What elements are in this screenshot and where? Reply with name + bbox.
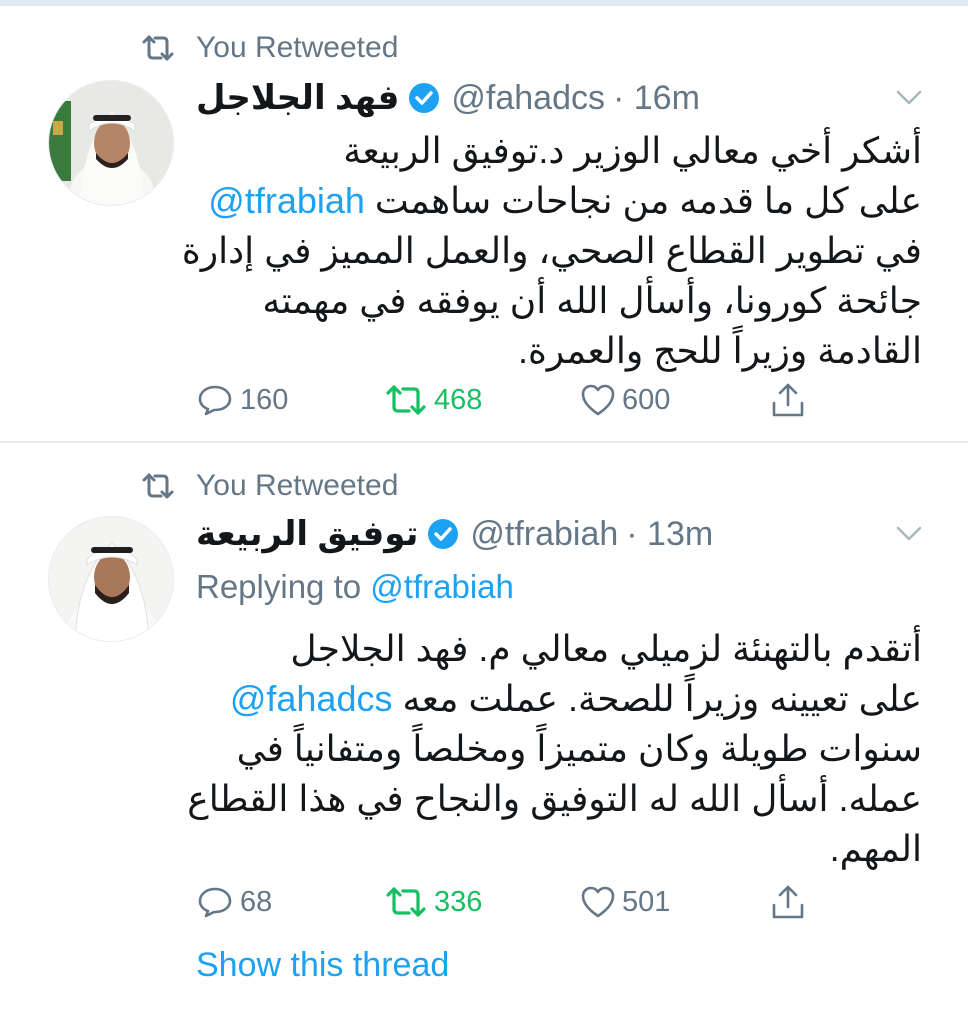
retweet-icon: [386, 887, 426, 917]
tweet-header: توفيق الربيعة @tfrabiah · 13m: [196, 510, 908, 558]
tweet-text-line: أتقدم بالتهنئة لزميلي معالي م. فهد الجلا…: [290, 628, 922, 669]
heart-icon: [581, 886, 615, 918]
share-icon: [772, 885, 804, 919]
mention-link[interactable]: @tfrabiah: [208, 180, 365, 221]
tweet-divider: [0, 441, 968, 443]
tweet-text-line: عمله. أسأل الله له التوفيق والنجاح في هذ…: [187, 778, 922, 819]
reply-button[interactable]: 160: [196, 380, 288, 420]
share-button[interactable]: [770, 380, 806, 420]
tweet-text-line: جائحة كورونا، وأسأل الله أن يوفقه في مهم…: [262, 280, 922, 321]
retweet-button[interactable]: 336: [384, 882, 482, 922]
tweet-text-line: سنوات طويلة وكان متميزاً ومخلصاً ومتفاني…: [236, 728, 922, 769]
verified-badge-icon: [407, 81, 441, 115]
tweet-text: أشكر أخي معالي الوزير د.توفيق الربيعة عل…: [181, 126, 922, 376]
like-count: 600: [622, 383, 671, 416]
display-name[interactable]: فهد الجلاجل: [196, 78, 399, 118]
user-handle[interactable]: @fahadcs: [451, 79, 605, 118]
tweet-text-line: القادمة وزيراً للحج والعمرة.: [517, 330, 922, 371]
tweet-text-segment: على كل ما قدمه من نجاحات ساهمت: [374, 180, 922, 221]
avatar[interactable]: [48, 80, 174, 206]
avatar[interactable]: [48, 516, 174, 642]
user-handle[interactable]: @tfrabiah: [470, 515, 618, 554]
tweet-text-line: على تعيينه وزيراً للصحة. عملت معه @fahad…: [190, 674, 922, 724]
timestamp[interactable]: · 13m: [626, 515, 713, 554]
retweet-icon: [140, 32, 176, 64]
like-button[interactable]: 600: [580, 380, 670, 420]
like-count: 501: [622, 885, 671, 918]
tweet-text: أتقدم بالتهنئة لزميلي معالي م. فهد الجلا…: [187, 624, 922, 874]
retweet-context: You Retweeted: [140, 466, 398, 506]
heart-icon: [581, 384, 615, 416]
retweet-icon: [140, 470, 176, 502]
tweet-actions: 68 336 501: [196, 882, 836, 922]
share-button[interactable]: [770, 882, 806, 922]
share-icon: [772, 383, 804, 417]
reply-count: 68: [240, 885, 273, 918]
mention-link[interactable]: @fahadcs: [230, 678, 393, 719]
replying-to: Replying to @tfrabiah: [196, 568, 514, 606]
retweet-count: 336: [434, 885, 483, 918]
chevron-down-icon[interactable]: [896, 90, 922, 106]
retweet-button[interactable]: 468: [384, 380, 482, 420]
like-button[interactable]: 501: [580, 882, 670, 922]
show-thread-link[interactable]: Show this thread: [196, 946, 449, 985]
tweet-header: فهد الجلاجل @fahadcs · 16m: [196, 74, 908, 122]
verified-badge-icon: [426, 517, 460, 551]
retweet-icon: [386, 385, 426, 415]
replying-to-label: Replying to: [196, 568, 362, 605]
timestamp[interactable]: · 16m: [613, 79, 700, 118]
retweet-count: 468: [434, 383, 483, 416]
tweet-text-segment: على تعيينه وزيراً للصحة. عملت معه: [402, 678, 922, 719]
chevron-down-icon[interactable]: [896, 526, 922, 542]
retweet-context-label: You Retweeted: [196, 469, 399, 502]
tweet-card[interactable]: You Retweeted توفيق الربيعة @tfrabiah · …: [0, 444, 968, 1024]
display-name[interactable]: توفيق الربيعة: [196, 514, 418, 554]
tweet-text-line: المهم.: [829, 828, 922, 869]
reply-button[interactable]: 68: [196, 882, 272, 922]
reply-count: 160: [240, 383, 289, 416]
replying-to-link[interactable]: @tfrabiah: [370, 568, 514, 605]
tweet-actions: 160 468 600: [196, 380, 836, 420]
tweet-text-line: على كل ما قدمه من نجاحات ساهمت @tfrabiah: [190, 176, 922, 226]
reply-icon: [198, 887, 232, 918]
tweet-text-line: في تطوير القطاع الصحي، والعمل المميز في …: [181, 230, 922, 271]
reply-icon: [198, 385, 232, 416]
retweet-context-label: You Retweeted: [196, 31, 399, 64]
tweet-text-line: أشكر أخي معالي الوزير د.توفيق الربيعة: [343, 130, 922, 171]
retweet-context: You Retweeted: [140, 28, 398, 68]
tweet-card[interactable]: You Retweeted فهد الجلاجل @fahadcs · 16m…: [0, 6, 968, 442]
